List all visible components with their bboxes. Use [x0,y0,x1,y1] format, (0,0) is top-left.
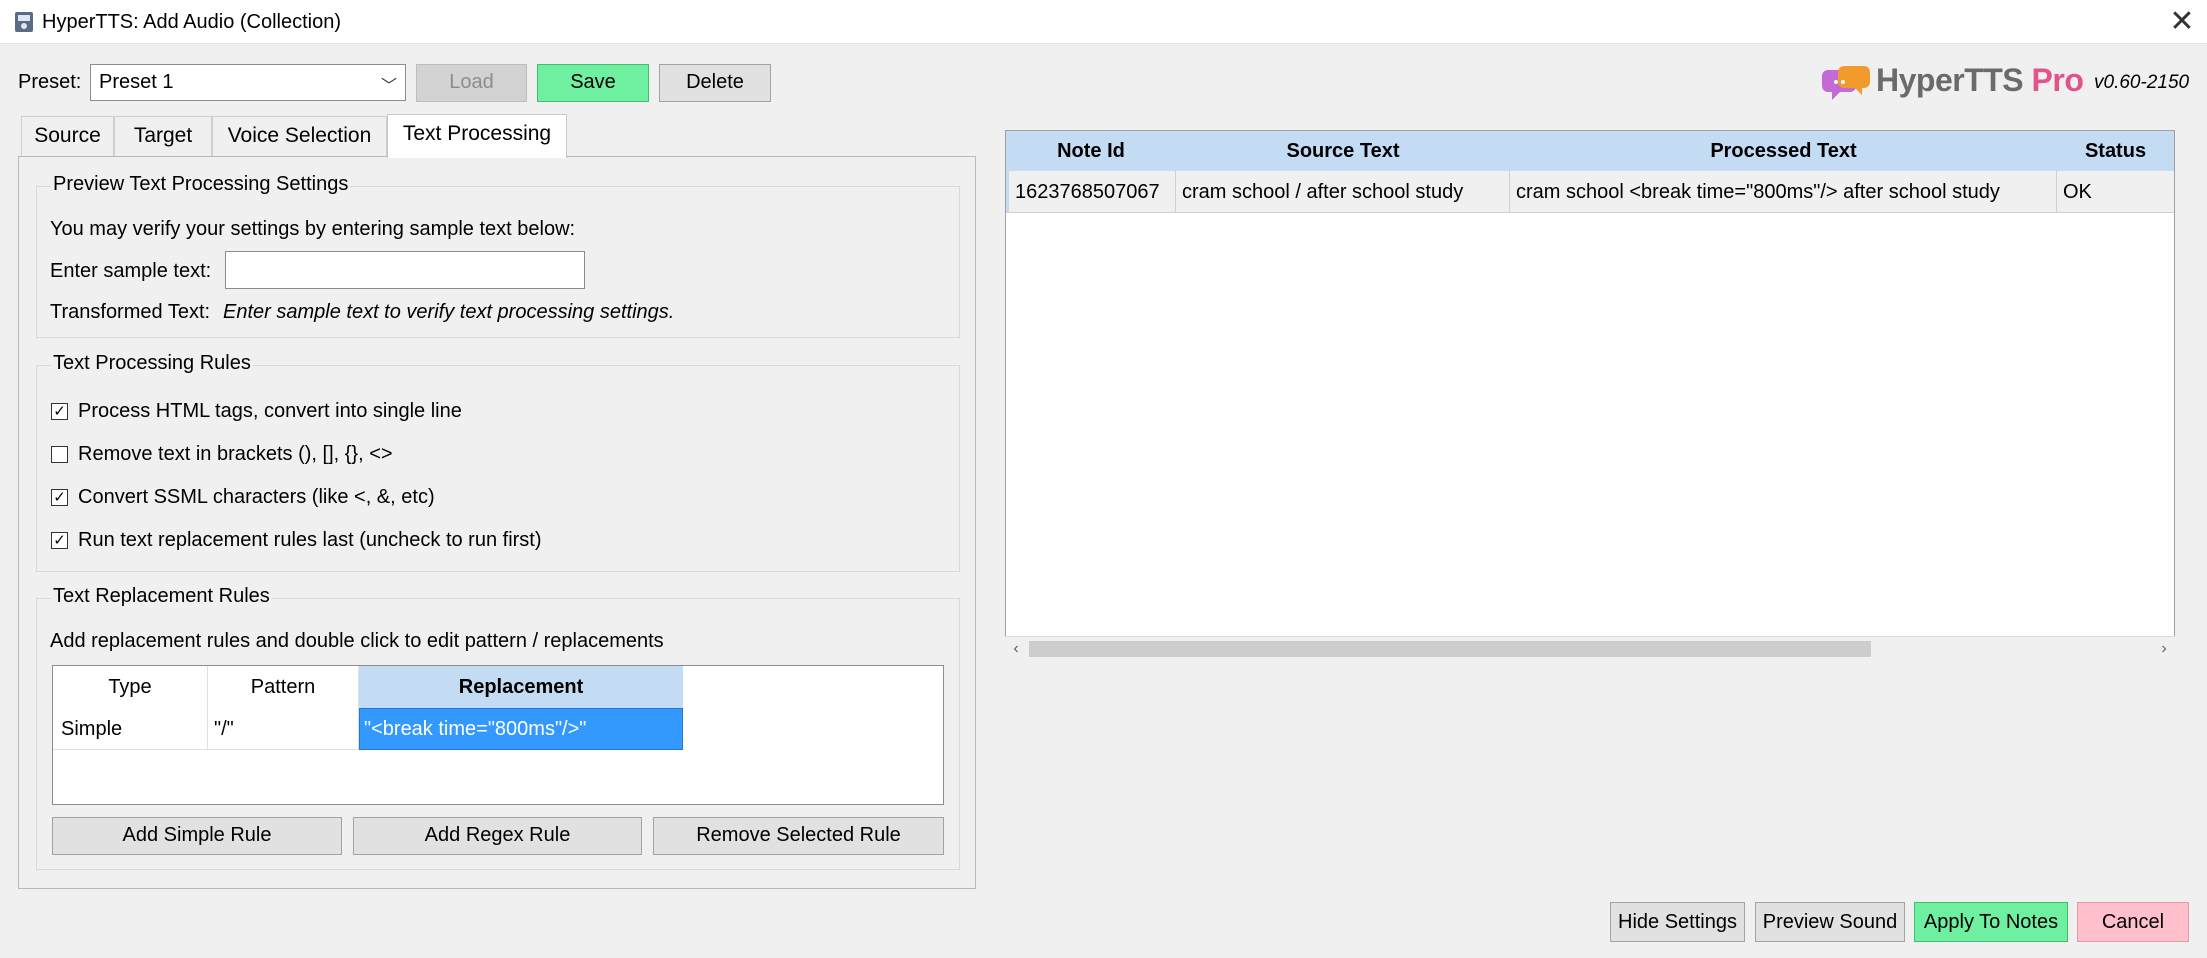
brand-name-main: HyperTTS [1876,62,2024,98]
delete-button[interactable]: Delete [659,64,771,102]
preview-group-title: Preview Text Processing Settings [51,173,351,196]
status-cell[interactable]: OK [2057,171,2174,213]
load-button[interactable]: Load [416,64,527,102]
cancel-button[interactable]: Cancel [2077,902,2189,942]
scroll-right-icon[interactable]: › [2153,637,2175,661]
rule-replacement-cell[interactable]: "<break time="800ms"/>" [359,708,683,750]
preview-sound-button[interactable]: Preview Sound [1755,902,1905,942]
transformed-text-label: Transformed Text: [50,301,211,323]
note-id-cell[interactable]: 1623768507067 [1006,171,1176,213]
app-icon [15,12,33,32]
sample-text-input[interactable] [225,251,585,289]
scrollbar-thumb[interactable] [1029,641,1871,657]
chevron-down-icon: ﹀ [380,78,397,95]
preset-selected-value: Preset 1 [99,71,174,93]
rules-group-title: Text Processing Rules [51,352,253,375]
column-header-processed-text[interactable]: Processed Text [1510,131,2057,171]
rule-label-remove-brackets: Remove text in brackets (), [], {}, <> [78,443,393,465]
add-simple-rule-button[interactable]: Add Simple Rule [52,817,342,855]
replacement-group-title: Text Replacement Rules [51,585,272,608]
checkbox-remove-brackets[interactable] [51,446,68,463]
save-button[interactable]: Save [537,64,649,102]
hypertts-logo-icon [1822,66,1870,100]
version-label: v0.60-2150 [2094,72,2190,93]
apply-to-notes-button[interactable]: Apply To Notes [1914,902,2068,942]
preset-label: Preset: [18,71,82,93]
column-header-replacement[interactable]: Replacement [359,666,683,708]
horizontal-scrollbar[interactable]: ‹ › [1005,636,2175,660]
rule-label-convert-ssml: Convert SSML characters (like <, &, etc) [78,486,435,508]
tab-target[interactable]: Target [114,116,212,156]
rule-label-replacement-last: Run text replacement rules last (uncheck… [78,529,542,551]
processed-text-cell[interactable]: cram school <break time="800ms"/> after … [1510,171,2057,213]
brand-name: HyperTTS Pro [1876,62,2084,99]
column-header-source-text[interactable]: Source Text [1176,131,1510,171]
sample-text-label: Enter sample text: [50,260,212,282]
source-text-cell[interactable]: cram school / after school study [1176,171,1510,213]
scroll-left-icon[interactable]: ‹ [1005,637,1027,661]
window-title: HyperTTS: Add Audio (Collection) [42,11,342,33]
hide-settings-button[interactable]: Hide Settings [1610,902,1745,942]
tab-source[interactable]: Source [21,116,114,156]
transformed-text-value: Enter sample text to verify text process… [223,301,675,323]
preset-dropdown[interactable]: Preset 1 ﹀ [90,64,406,101]
preview-table[interactable]: Note Id Source Text Processed Text Statu… [1005,130,2175,660]
rule-label-process-html: Process HTML tags, convert into single l… [78,400,462,422]
column-header-pattern[interactable]: Pattern [208,666,359,708]
remove-selected-rule-button[interactable]: Remove Selected Rule [653,817,944,855]
replacement-rules-table[interactable]: Type Pattern Replacement Simple "/" "<br… [52,665,944,805]
tab-text-processing[interactable]: Text Processing [387,114,567,158]
brand-name-pro: Pro [2031,62,2084,98]
column-header-note-id[interactable]: Note Id [1006,131,1176,171]
preview-instructions: You may verify your settings by entering… [50,218,576,240]
checkbox-convert-ssml[interactable]: ✓ [51,489,68,506]
column-header-type[interactable]: Type [53,666,208,708]
close-icon[interactable]: ✕ [2166,6,2198,38]
column-header-status[interactable]: Status [2057,131,2174,171]
rule-type-cell[interactable]: Simple [53,708,208,750]
checkbox-replacement-last[interactable]: ✓ [51,532,68,549]
rule-pattern-cell[interactable]: "/" [208,708,359,750]
tab-voice-selection[interactable]: Voice Selection [212,116,387,156]
replacement-instructions: Add replacement rules and double click t… [50,630,664,652]
add-regex-rule-button[interactable]: Add Regex Rule [353,817,642,855]
checkbox-process-html[interactable]: ✓ [51,403,68,420]
